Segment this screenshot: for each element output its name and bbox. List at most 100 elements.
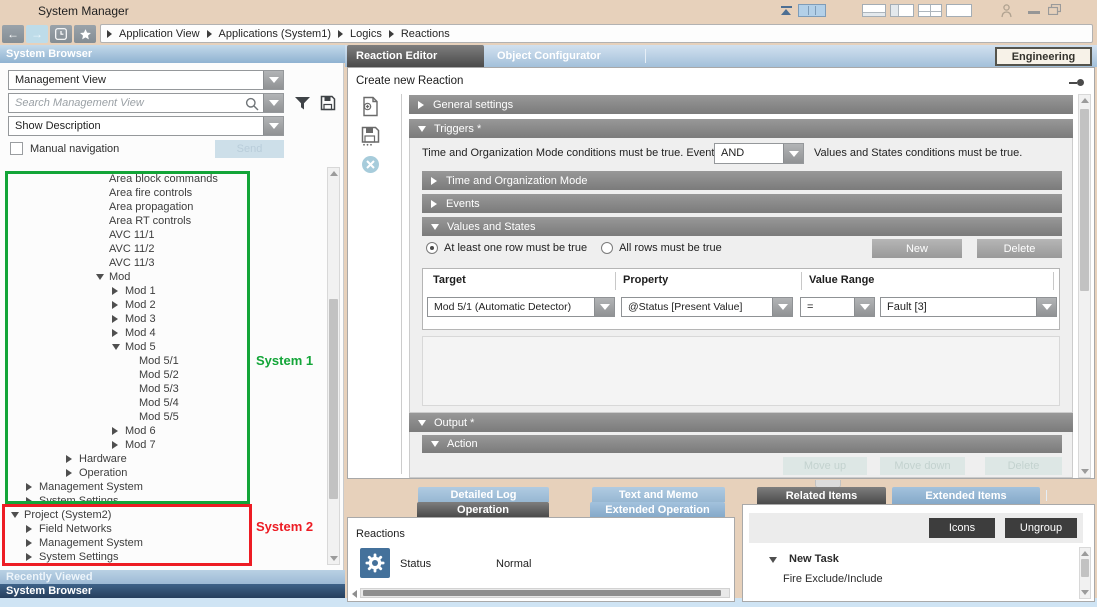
section-triggers[interactable]: Triggers * xyxy=(409,119,1073,138)
new-button[interactable]: New xyxy=(872,239,962,258)
chevron-down-icon[interactable] xyxy=(11,512,19,518)
filter-icon[interactable] xyxy=(294,95,311,114)
section-general-settings[interactable]: General settings xyxy=(409,95,1073,114)
editor-scrollbar-thumb[interactable] xyxy=(1080,109,1089,291)
operation-hscrollbar-thumb[interactable] xyxy=(363,590,721,596)
ungroup-button[interactable]: Ungroup xyxy=(1005,518,1077,538)
tab-object-configurator[interactable]: Object Configurator xyxy=(497,45,637,67)
chevron-right-icon[interactable] xyxy=(112,287,118,295)
chevron-right-icon[interactable] xyxy=(112,329,118,337)
tree-item[interactable]: Area RT controls xyxy=(0,214,326,228)
tree-item[interactable]: Mod 1 xyxy=(0,284,326,298)
scroll-down-icon[interactable] xyxy=(328,553,339,564)
scroll-up-icon[interactable] xyxy=(1079,95,1090,106)
restore-button[interactable] xyxy=(1048,4,1061,15)
layout-single-pane-icon[interactable] xyxy=(946,4,972,17)
layout-left-pane-icon[interactable] xyxy=(890,4,914,17)
section-time-org[interactable]: Time and Organization Mode xyxy=(422,171,1062,190)
radio-all-rows[interactable] xyxy=(601,242,613,254)
tree-item[interactable]: Mod 7 xyxy=(0,438,326,452)
chevron-right-icon[interactable] xyxy=(66,455,72,463)
related-item-label[interactable]: Fire Exclude/Include xyxy=(783,573,883,585)
chevron-down-icon[interactable] xyxy=(96,274,104,280)
tab-extended-items[interactable]: Extended Items xyxy=(892,487,1040,504)
scroll-left-icon[interactable] xyxy=(352,590,357,598)
tree-item[interactable]: Mod 6 xyxy=(0,424,326,438)
back-button[interactable]: ← xyxy=(2,25,24,43)
breadcrumb-item[interactable]: Application View xyxy=(119,28,200,40)
tree-item[interactable]: Hardware xyxy=(0,452,326,466)
favorites-button[interactable] xyxy=(74,25,96,43)
tree-item[interactable]: Mod 5/5 xyxy=(0,410,326,424)
chevron-right-icon[interactable] xyxy=(112,315,118,323)
send-button[interactable]: Send xyxy=(215,140,284,158)
save-reaction-icon[interactable] xyxy=(361,126,380,149)
move-up-button[interactable]: Move up xyxy=(783,457,867,475)
value-select-arrow[interactable] xyxy=(1036,298,1056,316)
chevron-down-icon[interactable] xyxy=(769,557,777,563)
tree-scrollbar[interactable] xyxy=(327,167,340,565)
chevron-down-icon[interactable] xyxy=(112,344,120,350)
tree-item[interactable]: AVC 11/1 xyxy=(0,228,326,242)
property-select[interactable]: @Status [Present Value] xyxy=(621,297,793,317)
events-operator-select[interactable]: AND xyxy=(714,143,804,164)
forward-button[interactable]: → xyxy=(26,25,48,43)
tree-item[interactable]: Mod 3 xyxy=(0,312,326,326)
tree-item[interactable]: System Settings xyxy=(0,494,326,508)
task-group-label[interactable]: New Task xyxy=(789,553,839,565)
gear-icon[interactable] xyxy=(360,548,390,578)
chevron-right-icon[interactable] xyxy=(26,553,32,561)
tree-item[interactable]: Mod 5/3 xyxy=(0,382,326,396)
scroll-up-icon[interactable] xyxy=(328,168,339,179)
tree-item[interactable]: Area block commands xyxy=(0,172,326,186)
section-action[interactable]: Action xyxy=(422,435,1062,453)
layout-three-pane-icon[interactable] xyxy=(798,4,826,17)
scroll-up-icon[interactable] xyxy=(1080,548,1090,559)
section-output[interactable]: Output * xyxy=(409,413,1073,432)
new-reaction-icon[interactable] xyxy=(361,96,380,120)
tree-item[interactable]: Mod 2 xyxy=(0,298,326,312)
breadcrumb-item[interactable]: Reactions xyxy=(401,28,450,40)
chevron-right-icon[interactable] xyxy=(26,483,32,491)
tab-extended-operation[interactable]: Extended Operation xyxy=(590,502,725,517)
chevron-right-icon[interactable] xyxy=(112,441,118,449)
tree-item[interactable]: Operation xyxy=(0,466,326,480)
description-select[interactable]: Show Description xyxy=(8,116,284,136)
description-select-arrow[interactable] xyxy=(263,117,283,135)
tree-item[interactable]: Mod 5/2 xyxy=(0,368,326,382)
engineering-button[interactable]: Engineering xyxy=(995,47,1092,66)
search-dropdown-arrow[interactable] xyxy=(263,94,283,112)
view-select[interactable]: Management View xyxy=(8,70,284,90)
chevron-right-icon[interactable] xyxy=(112,427,118,435)
tree-item[interactable]: Management System xyxy=(0,480,326,494)
tab-reaction-editor[interactable]: Reaction Editor xyxy=(347,45,484,67)
operator-select[interactable]: = xyxy=(800,297,875,317)
events-operator-arrow[interactable] xyxy=(783,144,803,163)
discard-icon[interactable] xyxy=(362,156,379,173)
pin-icon[interactable] xyxy=(1069,79,1084,86)
tree-item[interactable]: Mod 5 xyxy=(0,340,326,354)
manual-navigation-checkbox[interactable] xyxy=(10,142,23,155)
chevron-right-icon[interactable] xyxy=(26,497,32,505)
target-select[interactable]: Mod 5/1 (Automatic Detector) xyxy=(427,297,615,317)
property-select-arrow[interactable] xyxy=(772,298,792,316)
tree-item[interactable]: Mod 4 xyxy=(0,326,326,340)
tree-item[interactable]: Mod 5/4 xyxy=(0,396,326,410)
icons-button[interactable]: Icons xyxy=(929,518,995,538)
chevron-right-icon[interactable] xyxy=(26,525,32,533)
tab-operation[interactable]: Operation xyxy=(417,502,549,517)
action-delete-button[interactable]: Delete xyxy=(985,457,1062,475)
system-browser-bottom-bar[interactable]: System Browser xyxy=(0,584,345,598)
collapse-panel-icon[interactable] xyxy=(778,4,794,17)
scroll-down-icon[interactable] xyxy=(1080,587,1090,598)
layout-bottom-pane-icon[interactable] xyxy=(862,4,886,17)
related-scrollbar-thumb[interactable] xyxy=(1081,559,1089,577)
save-filter-icon[interactable] xyxy=(320,95,336,114)
tab-text-and-memo[interactable]: Text and Memo xyxy=(592,487,725,502)
tree-scrollbar-thumb[interactable] xyxy=(329,299,338,499)
tree-item[interactable]: Mod xyxy=(0,270,326,284)
view-select-arrow[interactable] xyxy=(263,71,283,89)
user-icon[interactable] xyxy=(1000,3,1012,18)
radio-any-row[interactable] xyxy=(426,242,438,254)
tab-detailed-log[interactable]: Detailed Log xyxy=(418,487,549,502)
